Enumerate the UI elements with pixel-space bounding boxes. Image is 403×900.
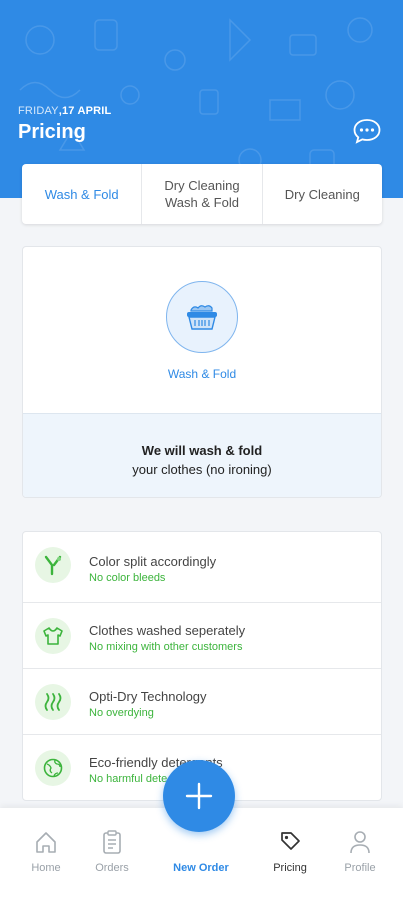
current-date: FRIDAY,17 APRIL (18, 105, 112, 117)
tab-dry-cleaning-wash-fold[interactable]: Dry Cleaning Wash & Fold (141, 164, 261, 224)
list-item: Clothes washed seperately No mixing with… (23, 602, 381, 668)
nav-home[interactable]: Home (11, 828, 81, 874)
service-card: Wash & Fold We will wash & fold your clo… (22, 246, 382, 498)
tab-wash-fold[interactable]: Wash & Fold (22, 164, 141, 224)
user-icon (350, 831, 370, 854)
plus-icon (185, 782, 213, 810)
list-item: Opti-Dry Technology No overdying (23, 668, 381, 734)
chat-bubble-icon[interactable] (352, 117, 382, 145)
color-split-icon (35, 547, 71, 583)
service-label: Wash & Fold (167, 367, 237, 381)
heat-waves-icon (35, 684, 71, 720)
home-icon (36, 832, 56, 853)
service-description: We will wash & fold your clothes (no iro… (23, 413, 381, 497)
new-order-fab[interactable] (163, 760, 235, 832)
nav-profile[interactable]: Profile (325, 828, 395, 874)
globe-icon (35, 750, 71, 786)
tab-dry-cleaning[interactable]: Dry Cleaning (261, 164, 382, 224)
laundry-basket-icon (166, 281, 238, 353)
nav-new-order[interactable]: New Order (166, 862, 236, 874)
clipboard-icon (103, 830, 121, 854)
tag-icon (281, 832, 300, 850)
page-title: Pricing (18, 121, 86, 143)
nav-orders[interactable]: Orders (77, 828, 147, 874)
service-tabs: Wash & Fold Dry Cleaning Wash & Fold Dry… (22, 164, 382, 224)
list-item: Color split accordingly No color bleeds (23, 532, 381, 602)
shirt-icon (35, 618, 71, 654)
nav-pricing[interactable]: Pricing (255, 828, 325, 874)
